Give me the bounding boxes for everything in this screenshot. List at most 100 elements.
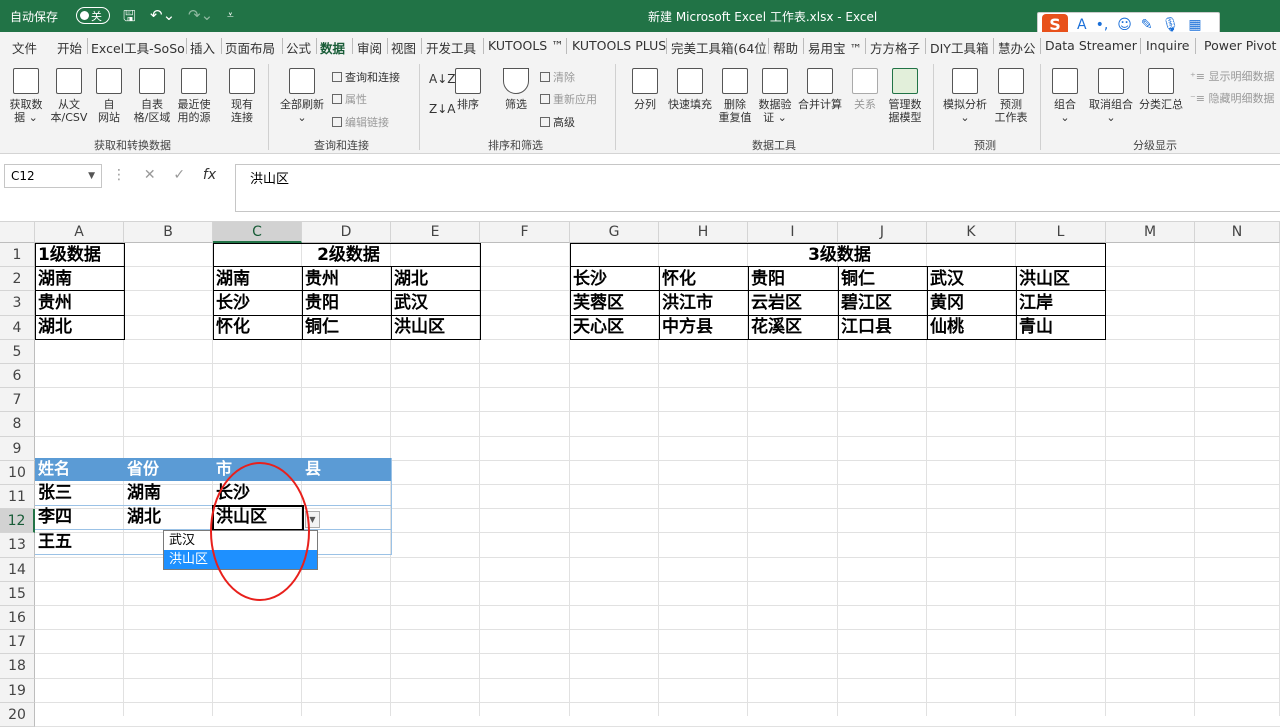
level3-cell[interactable]: 洪江市 xyxy=(659,292,713,314)
advanced-filter-button[interactable]: 高级 xyxy=(540,114,575,130)
table-cell-name[interactable]: 王五 xyxy=(35,531,72,553)
from-web-button[interactable]: 自网站 xyxy=(94,68,124,124)
row-header-19[interactable]: 19 xyxy=(0,678,35,703)
row-header-7[interactable]: 7 xyxy=(0,388,35,413)
tab-perfect-toolbox[interactable]: 完美工具箱(64位 xyxy=(671,38,767,57)
column-header-m[interactable]: M xyxy=(1106,222,1195,243)
name-box[interactable]: C12 ▼ xyxy=(4,164,102,188)
sort-button[interactable]: 排序 xyxy=(452,68,484,111)
tab-diy-toolbox[interactable]: DIY工具箱 xyxy=(930,38,988,57)
tab-formulas[interactable]: 公式 xyxy=(286,38,311,57)
insert-function-icon[interactable]: fx xyxy=(203,167,216,183)
level3-cell[interactable]: 黄冈 xyxy=(927,292,964,314)
row-header-18[interactable]: 18 xyxy=(0,654,35,679)
tab-insert[interactable]: 插入 xyxy=(190,38,215,57)
flash-fill-button[interactable]: 快速填充 xyxy=(664,68,716,111)
subtotal-button[interactable]: 分类汇总 xyxy=(1136,68,1186,111)
tab-view[interactable]: 视图 xyxy=(391,38,416,57)
column-header-a[interactable]: A xyxy=(35,222,124,243)
level3-cell[interactable]: 长沙 xyxy=(570,268,607,290)
ungroup-button[interactable]: 取消组合 ⌄ xyxy=(1086,68,1136,124)
column-header-j[interactable]: J xyxy=(838,222,927,243)
row-header-4[interactable]: 4 xyxy=(0,315,35,340)
level3-cell[interactable]: 怀化 xyxy=(659,268,696,290)
column-header-i[interactable]: I xyxy=(748,222,838,243)
level1-item[interactable]: 湖北 xyxy=(35,316,72,338)
tab-easy-tools[interactable]: 易用宝 ™ xyxy=(808,38,862,57)
column-header-n[interactable]: N xyxy=(1195,222,1280,243)
row-header-15[interactable]: 15 xyxy=(0,581,35,606)
font-icon[interactable]: A xyxy=(1077,17,1087,33)
refresh-all-button[interactable]: 全部刷新 ⌄ xyxy=(276,68,328,124)
level3-cell[interactable]: 江岸 xyxy=(1016,292,1053,314)
table-cell-province[interactable]: 湖南 xyxy=(124,482,161,504)
level1-item[interactable]: 湖南 xyxy=(35,268,72,290)
undo-icon[interactable]: ↶⌄ xyxy=(150,6,175,24)
table-cell-province[interactable]: 湖北 xyxy=(124,506,161,528)
data-validation-button[interactable]: 数据验证 ⌄ xyxy=(756,68,794,124)
hide-detail-button[interactable]: ⁻≡ 隐藏明细数据 xyxy=(1190,90,1275,106)
level2-cell[interactable]: 湖北 xyxy=(391,268,428,290)
select-all-corner[interactable] xyxy=(0,222,35,243)
row-header-10[interactable]: 10 xyxy=(0,460,35,485)
clear-filter-button[interactable]: 清除 xyxy=(540,69,575,85)
autosave-toggle[interactable]: 关 xyxy=(76,7,110,24)
level3-cell[interactable]: 云岩区 xyxy=(748,292,802,314)
row-header-8[interactable]: 8 xyxy=(0,412,35,437)
row-header-16[interactable]: 16 xyxy=(0,606,35,631)
row-header-5[interactable]: 5 xyxy=(0,339,35,364)
pen-icon[interactable]: ✎ xyxy=(1141,17,1153,33)
level2-cell[interactable]: 贵州 xyxy=(302,268,339,290)
consolidate-button[interactable]: 合并计算 xyxy=(796,68,844,111)
table-header-province[interactable]: 省份 xyxy=(124,458,159,480)
edit-links-button[interactable]: 编辑链接 xyxy=(332,114,389,130)
manage-data-model-button[interactable]: 管理数 据模型 xyxy=(884,68,926,124)
filter-button[interactable]: 筛选 xyxy=(500,68,532,111)
tab-inquire[interactable]: Inquire xyxy=(1146,38,1190,53)
level3-header[interactable]: 3级数据 xyxy=(570,244,1106,266)
tab-page-layout[interactable]: 页面布局 xyxy=(225,38,275,57)
level2-cell[interactable]: 湖南 xyxy=(213,268,250,290)
column-header-d[interactable]: D xyxy=(302,222,391,243)
from-table-button[interactable]: 自表 格/区域 xyxy=(130,68,174,124)
tab-power-pivot[interactable]: Power Pivot xyxy=(1204,38,1276,53)
cancel-icon[interactable]: ✕ xyxy=(144,167,156,183)
formula-input[interactable]: 洪山区 xyxy=(235,164,1280,212)
row-header-20[interactable]: 20 xyxy=(0,702,35,727)
tab-excel-soso[interactable]: Excel工具-SoSo xyxy=(91,38,185,57)
punctuation-icon[interactable]: •, xyxy=(1096,17,1109,33)
row-header-3[interactable]: 3 xyxy=(0,291,35,316)
properties-button[interactable]: 属性 xyxy=(332,91,367,107)
microphone-icon[interactable]: 🎙 xyxy=(1162,17,1180,33)
table-cell-name[interactable]: 张三 xyxy=(35,482,72,504)
level3-cell[interactable]: 花溪区 xyxy=(748,316,802,338)
get-data-button[interactable]: 获取数据 ⌄ xyxy=(6,68,46,124)
forecast-sheet-button[interactable]: 预测 工作表 xyxy=(992,68,1030,124)
level3-cell[interactable]: 洪山区 xyxy=(1016,268,1070,290)
show-detail-button[interactable]: ⁺≡ 显示明细数据 xyxy=(1190,68,1275,84)
column-header-k[interactable]: K xyxy=(927,222,1016,243)
row-header-6[interactable]: 6 xyxy=(0,364,35,389)
tab-developer[interactable]: 开发工具 xyxy=(426,38,476,57)
grid-icon[interactable]: ▦ xyxy=(1188,17,1201,33)
tab-data[interactable]: 数据 xyxy=(320,38,345,57)
relationships-button[interactable]: 关系 xyxy=(850,68,880,111)
tab-data-streamer[interactable]: Data Streamer xyxy=(1045,38,1137,53)
level3-cell[interactable]: 江口县 xyxy=(838,316,892,338)
row-header-1[interactable]: 1 xyxy=(0,243,35,268)
emoji-icon[interactable]: ☺ xyxy=(1117,17,1132,33)
tab-review[interactable]: 审阅 xyxy=(357,38,382,57)
row-header-11[interactable]: 11 xyxy=(0,485,35,510)
level3-cell[interactable]: 贵阳 xyxy=(748,268,785,290)
row-header-17[interactable]: 17 xyxy=(0,630,35,655)
text-to-columns-button[interactable]: 分列 xyxy=(628,68,662,111)
queries-connections-button[interactable]: 查询和连接 xyxy=(332,69,400,85)
from-csv-button[interactable]: 从文 本/CSV xyxy=(48,68,90,124)
level3-cell[interactable]: 仙桃 xyxy=(927,316,964,338)
level2-header[interactable]: 2级数据 xyxy=(213,244,481,266)
column-header-c[interactable]: C xyxy=(213,222,302,243)
enter-icon[interactable]: ✓ xyxy=(173,167,185,183)
table-header-county[interactable]: 县 xyxy=(302,458,321,480)
group-button[interactable]: 组合 ⌄ xyxy=(1050,68,1080,124)
level3-cell[interactable]: 中方县 xyxy=(659,316,713,338)
